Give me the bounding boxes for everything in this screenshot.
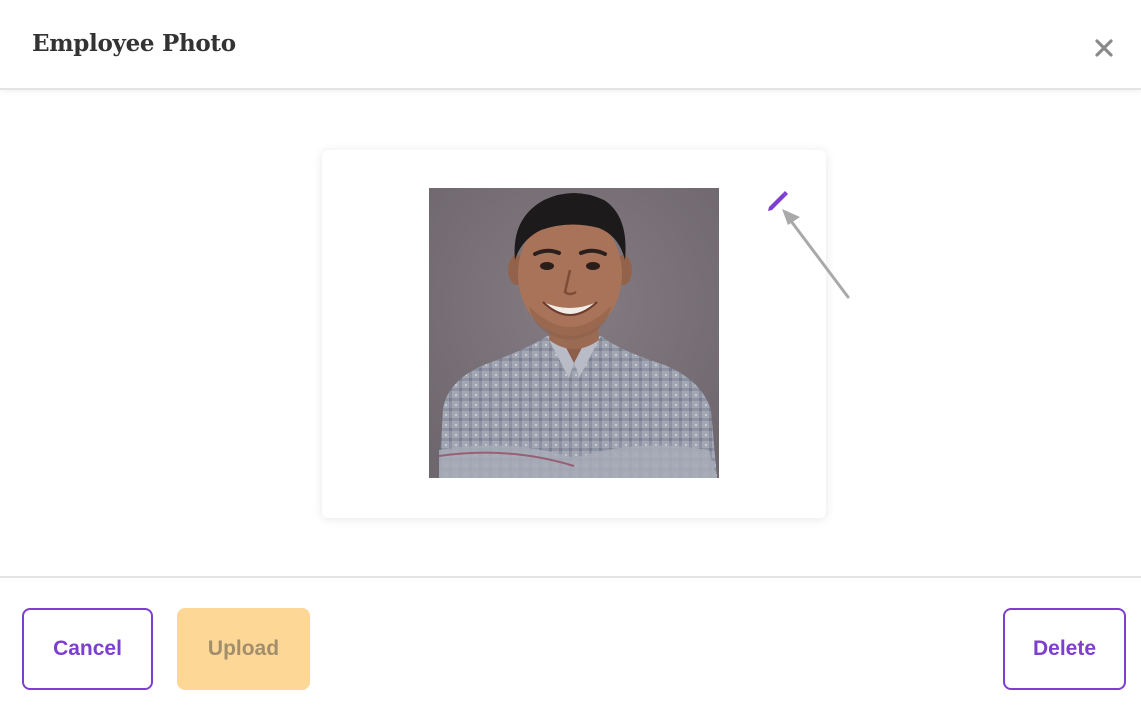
- upload-button[interactable]: Upload: [177, 608, 310, 690]
- delete-button[interactable]: Delete: [1003, 608, 1126, 690]
- dialog-footer: Cancel Upload Delete: [0, 576, 1141, 712]
- dialog-body: [0, 92, 1141, 576]
- employee-photo-dialog: Employee Photo Cancel Upload Delete: [0, 0, 1141, 712]
- edit-photo-button[interactable]: [763, 186, 791, 214]
- dialog-header: Employee Photo: [0, 0, 1141, 90]
- cancel-button[interactable]: Cancel: [22, 608, 153, 690]
- employee-photo: [429, 188, 719, 478]
- close-icon: [1095, 39, 1113, 57]
- pencil-icon: [768, 191, 788, 211]
- photo-card: [322, 150, 826, 518]
- close-button[interactable]: [1090, 34, 1118, 62]
- dialog-title: Employee Photo: [32, 30, 236, 57]
